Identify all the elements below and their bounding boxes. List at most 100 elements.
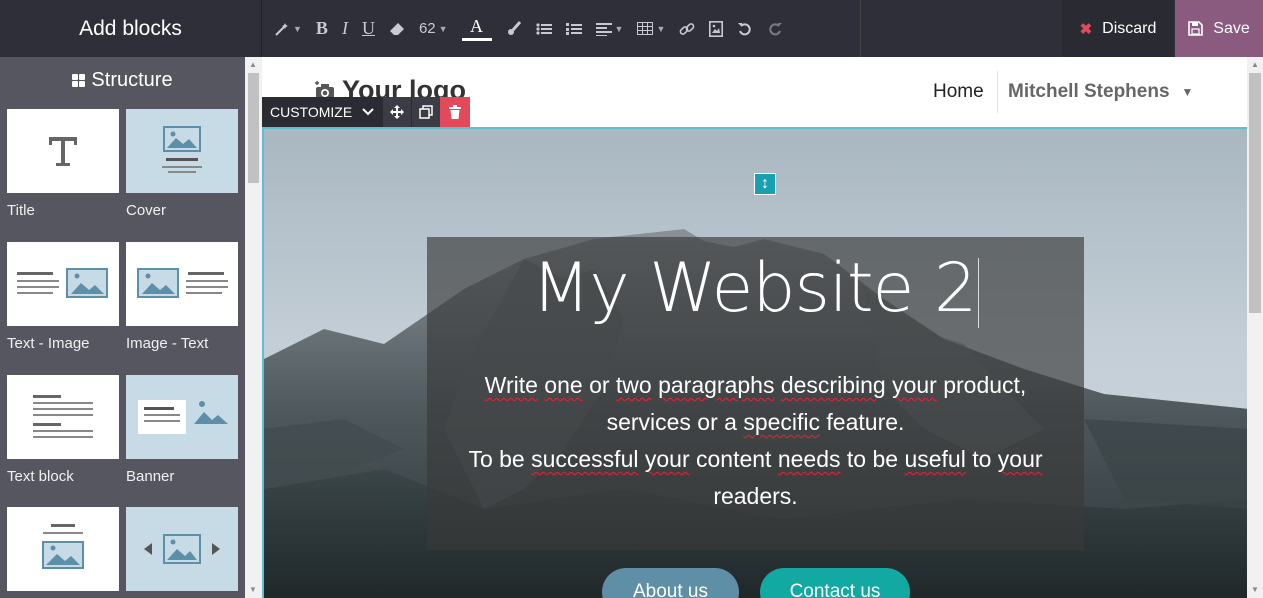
undo-button[interactable] <box>737 21 753 37</box>
add-blocks-title: Add blocks <box>0 0 262 57</box>
eraser-button[interactable] <box>389 22 405 36</box>
block-thumbnail <box>126 242 238 326</box>
block-cover[interactable]: Cover <box>126 109 238 219</box>
chevron-down-icon: ▼ <box>438 23 448 34</box>
block-label: Image - Text <box>126 335 209 352</box>
blocks-panel: Structure Title Cover Text - Image Image… <box>0 57 245 598</box>
bullet-list-button[interactable] <box>535 22 552 36</box>
hero-word: paragraphs <box>658 372 775 398</box>
block-partial-carousel[interactable] <box>126 507 238 591</box>
block-text-block[interactable]: Text block <box>7 375 119 485</box>
hero-word: to <box>972 446 992 472</box>
cover-section[interactable]: ↕ My Website 2 Write one or two paragrap… <box>262 127 1247 598</box>
hero-word: two <box>615 372 652 398</box>
block-text-image[interactable]: Text - Image <box>7 242 119 352</box>
contact-us-button[interactable]: Contact us <box>760 568 910 598</box>
hero-word: one <box>544 372 583 398</box>
hero-word: your <box>892 372 937 398</box>
resize-handle-icon[interactable]: ↕ <box>754 173 776 195</box>
undo-icon <box>738 22 752 35</box>
block-options-bar: CUSTOMIZE <box>262 97 471 127</box>
text-block-icon <box>33 395 93 438</box>
hero-word: your <box>644 446 690 472</box>
insert-media-button[interactable] <box>709 20 724 37</box>
sidebar-scrollbar[interactable]: ▲ ▼ <box>245 57 262 598</box>
nav-user-name: Mitchell Stephens <box>1008 81 1170 102</box>
nav-divider <box>997 71 998 113</box>
toolbar-divider <box>860 0 861 57</box>
hero-word: or <box>589 372 610 398</box>
image-text-icon <box>137 268 228 298</box>
block-label: Banner <box>126 468 175 485</box>
sidebar-scroll-thumb[interactable] <box>248 73 259 183</box>
close-icon: ✖ <box>1079 20 1093 38</box>
redo-icon <box>769 22 783 35</box>
font-color-button[interactable]: A <box>461 16 492 41</box>
banner-icon <box>138 400 228 434</box>
trash-icon <box>449 105 462 119</box>
discard-button[interactable]: ✖ Discard <box>1062 0 1174 57</box>
italic-button[interactable]: I <box>342 18 348 39</box>
floppy-disk-icon <box>1188 21 1204 36</box>
about-us-button[interactable]: About us <box>602 568 739 598</box>
hero-word: feature. <box>826 409 905 435</box>
scroll-down-icon[interactable]: ▼ <box>1251 585 1259 594</box>
redo-button[interactable] <box>767 21 783 37</box>
save-button[interactable]: Save <box>1175 0 1263 57</box>
hero-word: Write <box>484 372 538 398</box>
eraser-icon <box>389 22 404 35</box>
scroll-up-icon[interactable]: ▲ <box>249 60 257 69</box>
move-block-button[interactable] <box>382 97 412 127</box>
title-image-icon <box>42 524 84 569</box>
hero-word: your <box>997 446 1043 472</box>
hero-word: services or a <box>606 409 737 435</box>
hero-word: successful <box>531 446 639 472</box>
nav-home-link[interactable]: Home <box>933 81 984 103</box>
website-preview: Your logo Home Mitchell Stephens ▼ ↕ My … <box>262 57 1263 598</box>
hero-word: to be <box>846 446 899 472</box>
magic-wand-style-button[interactable]: ▼ <box>274 21 302 37</box>
scroll-up-icon[interactable]: ▲ <box>1251 60 1259 69</box>
block-label: Text - Image <box>7 335 90 352</box>
block-thumbnail <box>7 375 119 459</box>
nav-user-menu[interactable]: Mitchell Stephens ▼ <box>1008 81 1193 103</box>
preview-scrollbar[interactable]: ▲ ▼ <box>1247 57 1263 598</box>
delete-block-button[interactable] <box>440 97 471 127</box>
table-dropdown[interactable]: ▼ <box>637 22 665 35</box>
customize-label: CUSTOMIZE <box>270 104 353 120</box>
chevron-down-icon: ▼ <box>293 23 302 34</box>
customize-dropdown[interactable]: CUSTOMIZE <box>262 97 383 127</box>
font-size-dropdown[interactable]: 62 ▼ <box>419 20 448 37</box>
bullet-list-icon <box>535 22 552 35</box>
paintbrush-icon <box>507 20 521 35</box>
carousel-icon <box>144 534 220 564</box>
discard-label: Discard <box>1102 19 1157 37</box>
highlight-color-button[interactable] <box>506 20 522 37</box>
scroll-down-icon[interactable]: ▼ <box>249 585 257 594</box>
block-label: Cover <box>126 202 167 219</box>
block-image-text[interactable]: Image - Text <box>126 242 238 352</box>
structure-label: Structure <box>91 68 173 91</box>
duplicate-block-button[interactable] <box>411 97 441 127</box>
align-dropdown[interactable]: ▼ <box>595 22 624 36</box>
hero-paragraph[interactable]: Write one or two paragraphs describing y… <box>447 367 1064 515</box>
hero-title-text[interactable]: My Website 2 <box>532 249 977 328</box>
caret-down-icon: ▼ <box>1181 85 1194 99</box>
underline-button[interactable]: U <box>362 18 375 39</box>
block-title[interactable]: Title <box>7 109 119 219</box>
table-icon <box>637 22 654 35</box>
hero-title[interactable]: My Website 2 <box>427 249 1084 328</box>
numbered-list-button[interactable] <box>565 22 582 36</box>
hero-word: To be <box>468 446 525 472</box>
text-caret <box>978 257 980 328</box>
block-thumbnail <box>7 109 119 193</box>
preview-scroll-thumb[interactable] <box>1249 73 1261 313</box>
block-partial-image-title[interactable] <box>7 507 119 591</box>
chevron-down-icon: ▼ <box>614 23 624 34</box>
block-banner[interactable]: Banner <box>126 375 238 485</box>
title-text-icon <box>49 137 77 166</box>
bold-button[interactable]: B <box>316 18 328 39</box>
link-button[interactable] <box>679 21 695 37</box>
hero-word: specific <box>743 409 821 435</box>
hero-word: content <box>696 446 772 472</box>
